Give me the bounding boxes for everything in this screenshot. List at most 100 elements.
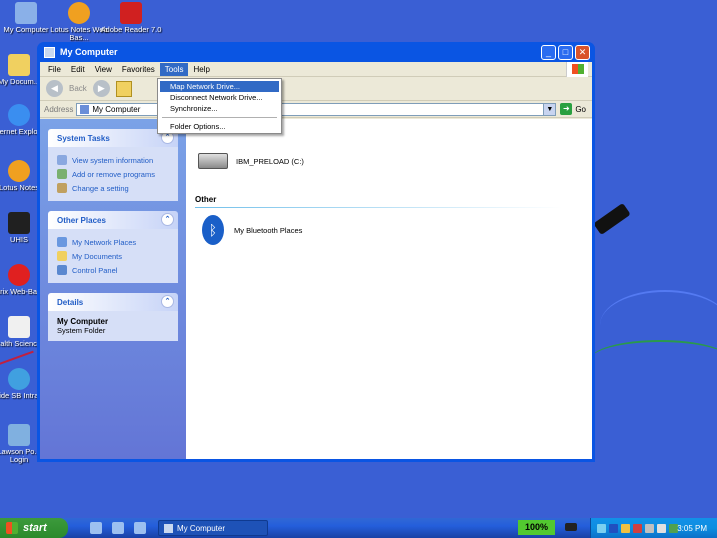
details-name: My Computer (57, 317, 109, 326)
network-icon (57, 237, 67, 247)
link-label: View system information (72, 155, 154, 165)
back-arrow-icon[interactable]: ◀ (46, 80, 63, 97)
computer-icon (164, 523, 173, 533)
folder-options-item[interactable]: Folder Options... (160, 121, 279, 132)
add-remove-programs-link[interactable]: Add or remove programs (57, 167, 170, 181)
panel-title: Other Places (57, 215, 106, 225)
panel-body: My Network Places My Documents Control P… (48, 229, 178, 283)
uhis-icon (8, 212, 30, 234)
toolbar: ◀ Back ▶ (40, 77, 592, 101)
change-setting-link[interactable]: Change a setting (57, 181, 170, 195)
security-tray-icon[interactable] (621, 523, 630, 533)
link-label: My Documents (72, 251, 123, 261)
documents-folder-icon (57, 251, 67, 261)
details-header[interactable]: Details ⌃ (48, 293, 178, 311)
wallpaper-curve (590, 340, 717, 380)
control-panel-icon (57, 265, 67, 275)
bluetooth-label: My Bluetooth Places (234, 225, 303, 235)
details-panel: Details ⌃ My Computer System Folder (48, 293, 178, 341)
window-client-area: File Edit View Favorites Tools Help ◀ Ba… (40, 62, 592, 459)
content-area: System Tasks ⌃ View system information A… (40, 119, 592, 459)
menu-tools[interactable]: Tools (159, 62, 189, 76)
menu-favorites[interactable]: Favorites (117, 63, 160, 76)
disconnect-network-drive-item[interactable]: Disconnect Network Drive... (160, 92, 279, 103)
menu-bar: File Edit View Favorites Tools Help (40, 62, 592, 77)
go-button[interactable]: ➜ Go (560, 103, 586, 115)
start-button[interactable]: start (0, 518, 68, 538)
quick-launch (90, 522, 146, 534)
network-tray-icon[interactable] (597, 523, 606, 533)
address-label: Address (44, 104, 74, 114)
lawson-icon (8, 424, 30, 446)
panel-body: View system information Add or remove pr… (48, 147, 178, 201)
settings-icon (57, 183, 67, 193)
chevron-down-icon[interactable]: ▼ (543, 103, 556, 115)
window-controls: _ □ ✕ (541, 45, 590, 60)
documents-folder-icon (8, 54, 30, 76)
menu-edit[interactable]: Edit (66, 63, 90, 76)
desktop-icon-adobe-reader[interactable]: Adobe Reader 7.0 (100, 2, 162, 34)
address-input[interactable]: My Computer ▼ (76, 102, 557, 116)
programs-icon (57, 169, 67, 179)
panel-body: My Computer System Folder (48, 311, 178, 341)
other-places-header[interactable]: Other Places ⌃ (48, 211, 178, 229)
bluetooth-tray-icon[interactable] (609, 523, 618, 533)
volume-tray-icon[interactable] (645, 523, 654, 533)
internet-explorer-icon[interactable] (112, 522, 124, 534)
link-label: Control Panel (72, 265, 118, 275)
collapse-chevron-icon[interactable]: ⌃ (161, 295, 174, 308)
maximize-button[interactable]: □ (558, 45, 573, 60)
menu-file[interactable]: File (43, 63, 66, 76)
back-button[interactable]: Back (69, 84, 87, 93)
menu-view[interactable]: View (90, 63, 117, 76)
computer-icon (44, 46, 55, 58)
window-title: My Computer (60, 47, 118, 57)
synchronize-item[interactable]: Synchronize... (160, 103, 279, 114)
link-label: Change a setting (72, 183, 129, 193)
power-plug-icon (565, 523, 577, 531)
map-network-drive-item[interactable]: Map Network Drive... (160, 81, 279, 92)
lotus-notes-icon (68, 2, 90, 24)
up-folder-icon[interactable] (115, 80, 132, 97)
collapse-chevron-icon[interactable]: ⌃ (161, 213, 174, 226)
link-label: Add or remove programs (72, 169, 155, 179)
display-tray-icon[interactable] (657, 523, 666, 533)
globe-icon (8, 368, 30, 390)
forward-arrow-icon[interactable]: ▶ (92, 80, 110, 97)
bluetooth-icon: ᛒ (202, 215, 224, 245)
minimize-button[interactable]: _ (541, 45, 556, 60)
lotus-notes-icon (8, 160, 30, 182)
taskbar-button-my-computer[interactable]: My Computer (158, 520, 268, 536)
view-system-info-link[interactable]: View system information (57, 153, 170, 167)
details-type: System Folder (57, 326, 106, 335)
battery-meter[interactable]: 100% (518, 520, 555, 535)
antivirus-tray-icon[interactable] (633, 523, 642, 533)
task-pane: System Tasks ⌃ View system information A… (40, 119, 186, 459)
desktop-icon-label: Adobe Reader 7.0 (100, 25, 162, 34)
adobe-reader-icon (120, 2, 142, 24)
desktop-icon-label: Lawson Po... Login (0, 447, 41, 464)
my-bluetooth-places[interactable]: ᛒ My Bluetooth Places (202, 215, 302, 245)
address-bar: Address My Computer ▼ ➜ Go (40, 101, 592, 118)
my-documents-link[interactable]: My Documents (57, 249, 170, 263)
tools-dropdown-menu: Map Network Drive... Disconnect Network … (157, 78, 282, 134)
title-bar[interactable]: My Computer (40, 42, 592, 62)
windows-flag-icon (571, 64, 584, 74)
desktop-icon-label: UHIS (10, 235, 28, 244)
control-panel-link[interactable]: Control Panel (57, 263, 170, 277)
computer-icon (80, 104, 90, 114)
menu-help[interactable]: Help (188, 63, 214, 76)
system-info-icon (57, 155, 67, 165)
hard-drive-icon (198, 153, 228, 169)
my-network-places-link[interactable]: My Network Places (57, 235, 170, 249)
clock[interactable]: 3:05 PM (677, 524, 707, 533)
drive-c[interactable]: IBM_PRELOAD (C:) (198, 153, 304, 169)
close-button[interactable]: ✕ (575, 45, 590, 60)
my-computer-window: My Computer _ □ ✕ File Edit View Favorit… (37, 42, 595, 462)
windows-logo (566, 62, 588, 77)
windows-explorer-icon[interactable] (134, 522, 146, 534)
group-header-other: Other (195, 195, 217, 204)
taskbar: start My Computer 100% 3:05 PM (0, 518, 717, 538)
computer-icon (15, 2, 37, 24)
show-desktop-icon[interactable] (90, 522, 102, 534)
